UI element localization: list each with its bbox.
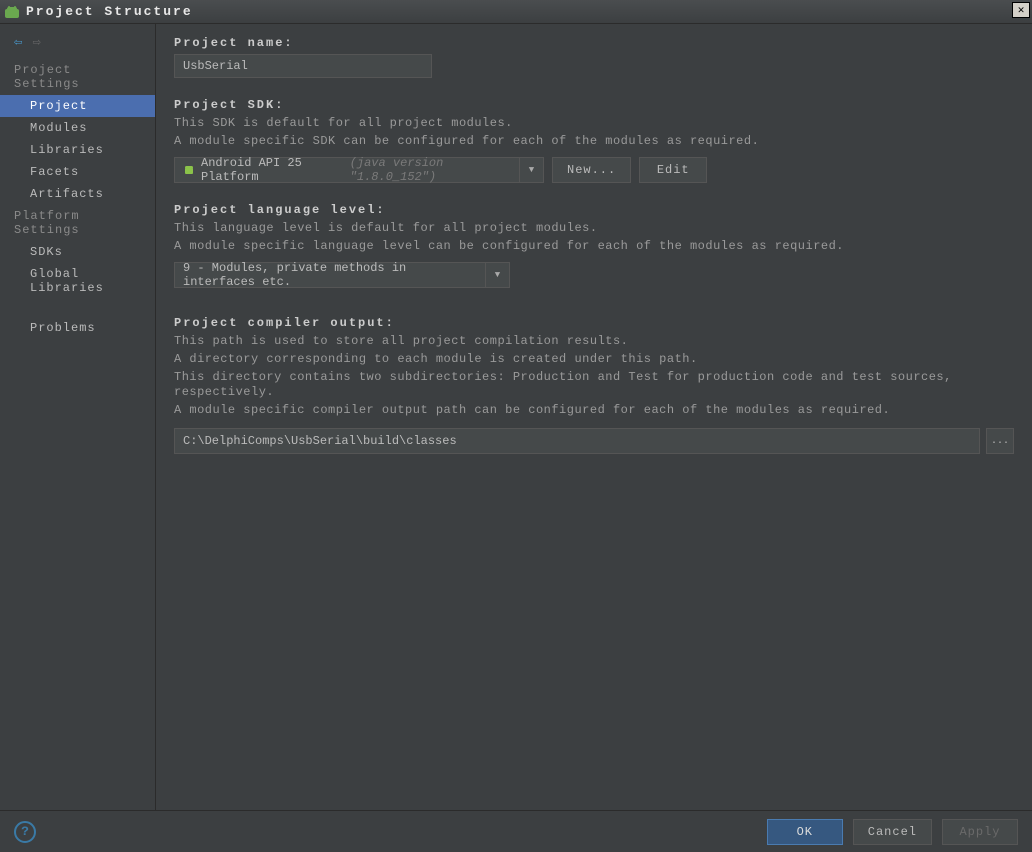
sidebar-item-artifacts[interactable]: Artifacts: [0, 183, 155, 205]
sidebar-section-project-settings: Project Settings: [0, 59, 155, 95]
lang-level-label: Project language level:: [174, 203, 1014, 217]
project-name-input[interactable]: [174, 54, 432, 78]
help-icon[interactable]: ?: [14, 821, 36, 843]
new-sdk-button[interactable]: New...: [552, 157, 631, 183]
compiler-help-1: This path is used to store all project c…: [174, 334, 1014, 350]
close-button[interactable]: ✕: [1012, 2, 1030, 18]
apply-button[interactable]: Apply: [942, 819, 1018, 845]
compiler-help-2: A directory corresponding to each module…: [174, 352, 1014, 368]
window-title: Project Structure: [26, 4, 193, 19]
close-icon: ✕: [1018, 3, 1025, 17]
sidebar-item-global-libraries[interactable]: Global Libraries: [0, 263, 155, 299]
compiler-output-label: Project compiler output:: [174, 316, 1014, 330]
app-icon: [4, 4, 20, 20]
sdk-combo[interactable]: Android API 25 Platform (java version "1…: [174, 157, 544, 183]
sidebar-item-libraries[interactable]: Libraries: [0, 139, 155, 161]
lang-help-1: This language level is default for all p…: [174, 221, 1014, 237]
browse-button[interactable]: ...: [986, 428, 1014, 454]
chevron-down-icon[interactable]: ▼: [519, 158, 543, 182]
edit-sdk-button[interactable]: Edit: [639, 157, 707, 183]
project-name-label: Project name:: [174, 36, 1014, 50]
lang-level-combo[interactable]: 9 - Modules, private methods in interfac…: [174, 262, 510, 288]
sdk-selected: Android API 25 Platform: [201, 156, 344, 184]
project-sdk-label: Project SDK:: [174, 98, 1014, 112]
nav-back-icon[interactable]: ⇦: [14, 34, 22, 51]
lang-level-selected: 9 - Modules, private methods in interfac…: [183, 261, 477, 289]
bottom-bar: ? OK Cancel Apply: [0, 810, 1032, 852]
ok-button[interactable]: OK: [767, 819, 843, 845]
chevron-down-icon[interactable]: ▼: [485, 263, 509, 287]
nav-forward-icon[interactable]: ⇨: [32, 34, 40, 51]
lang-help-2: A module specific language level can be …: [174, 239, 1014, 255]
sdk-help-1: This SDK is default for all project modu…: [174, 116, 1014, 132]
sidebar-item-project[interactable]: Project: [0, 95, 155, 117]
sidebar-item-problems[interactable]: Problems: [0, 317, 155, 339]
compiler-help-4: A module specific compiler output path c…: [174, 403, 1014, 419]
android-icon: [183, 164, 195, 176]
sidebar-item-modules[interactable]: Modules: [0, 117, 155, 139]
compiler-help-3: This directory contains two subdirectori…: [174, 370, 1014, 401]
sdk-detail: (java version "1.8.0_152"): [350, 156, 511, 184]
sidebar-item-facets[interactable]: Facets: [0, 161, 155, 183]
sidebar: ⇦ ⇨ Project Settings Project Modules Lib…: [0, 24, 156, 810]
cancel-button[interactable]: Cancel: [853, 819, 932, 845]
content-panel: Project name: Project SDK: This SDK is d…: [156, 24, 1032, 810]
titlebar: Project Structure ✕: [0, 0, 1032, 24]
sidebar-item-sdks[interactable]: SDKs: [0, 241, 155, 263]
sdk-help-2: A module specific SDK can be configured …: [174, 134, 1014, 150]
sidebar-section-platform-settings: Platform Settings: [0, 205, 155, 241]
compiler-output-input[interactable]: [174, 428, 980, 454]
